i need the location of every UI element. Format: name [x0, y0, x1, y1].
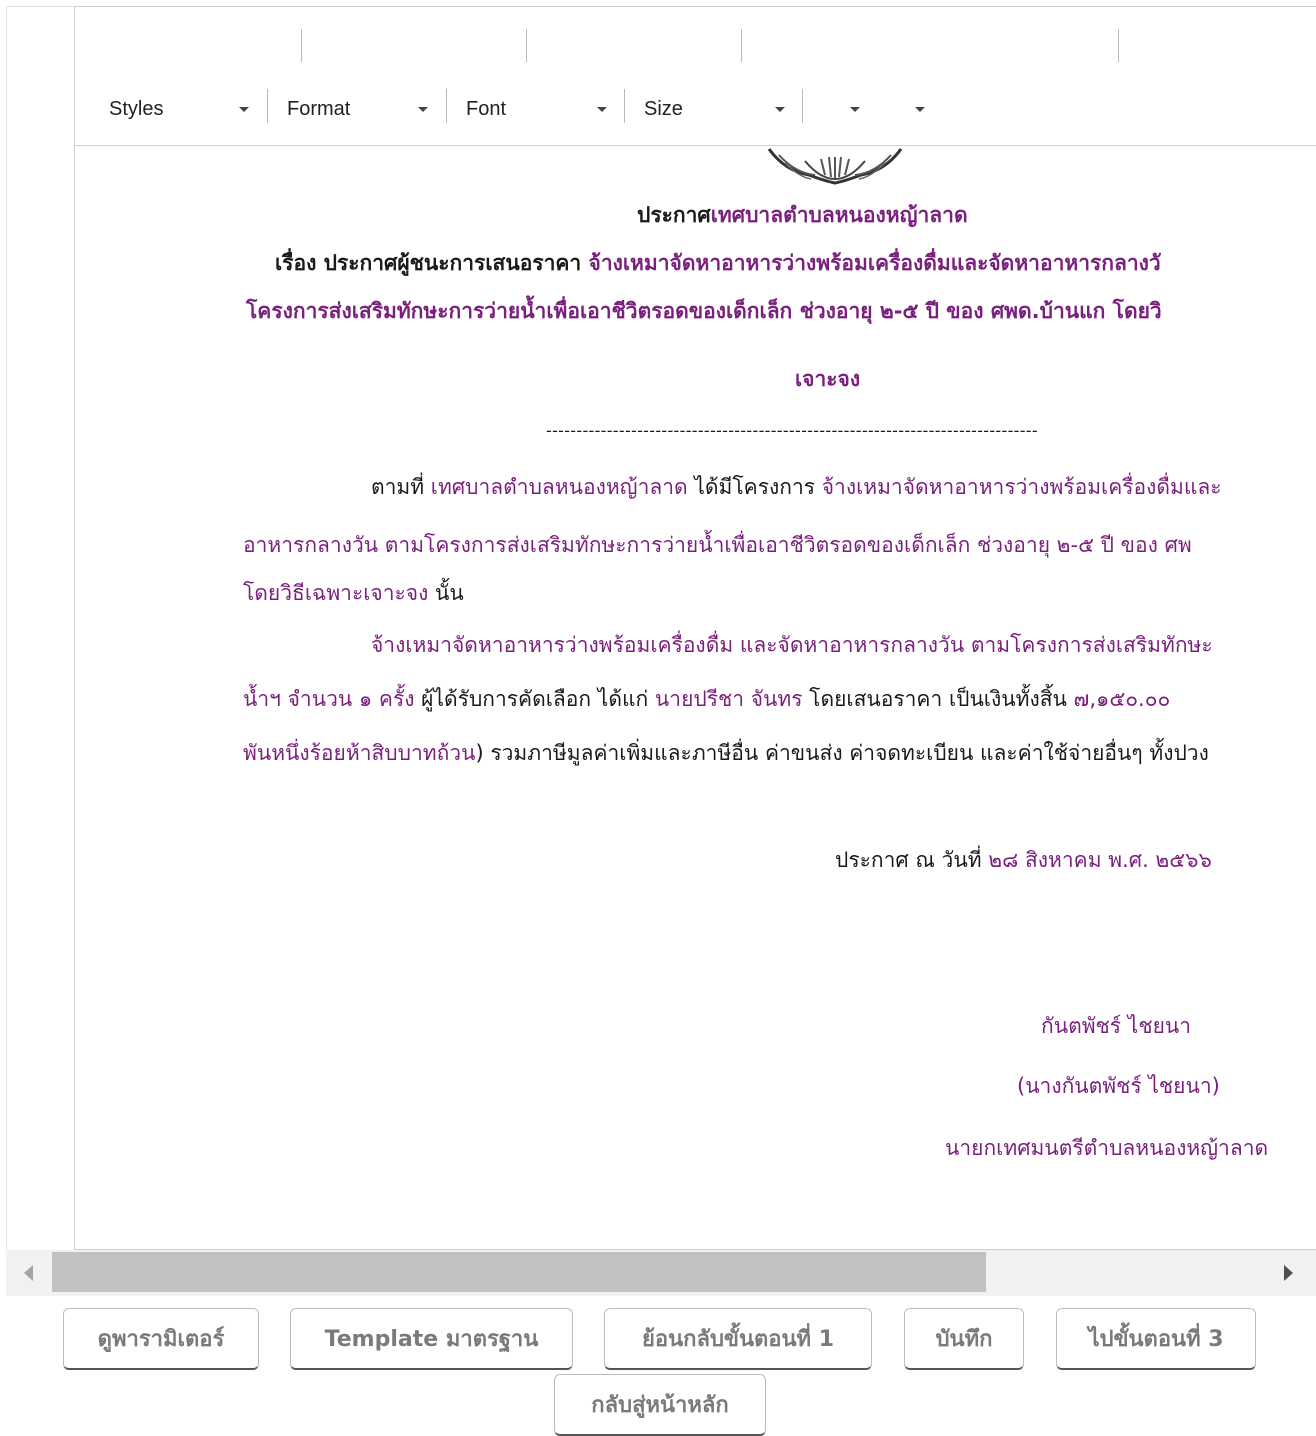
paragraph-1-line3: โดยวิธีเฉพาะเจาะจง นั้น	[243, 581, 464, 605]
paragraph-1-line2: อาหารกลางวัน ตามโครงการส่งเสริมทักษะการว…	[243, 533, 1192, 557]
save-button[interactable]: บันทึก	[904, 1308, 1024, 1370]
chevron-down-icon	[915, 107, 925, 112]
signature-name: กันตพัชร์ ไชยนา	[1041, 1014, 1192, 1038]
scroll-right-arrow-icon[interactable]	[1284, 1265, 1293, 1281]
announcement-date: ประกาศ ณ วันที่ ๒๘ สิงหาคม พ.ศ. ๒๕๖๖	[835, 848, 1212, 872]
toolbar-separator	[301, 29, 302, 62]
chevron-down-icon	[597, 107, 607, 112]
styles-dropdown[interactable]: Styles	[109, 91, 255, 127]
announcement-subject-line3: เจาะจง	[795, 367, 861, 391]
editor-content[interactable]: ประกาศเทศบาลตำบลหนองหญ้าลาด เรื่อง ประกา…	[75, 145, 1316, 1249]
toolbar-separator	[624, 89, 625, 123]
go-to-step3-button[interactable]: ไปขั้นตอนที่ 3	[1056, 1308, 1256, 1370]
chevron-down-icon	[239, 107, 249, 112]
scrollbar-thumb[interactable]	[52, 1252, 986, 1292]
toolbar-separator	[446, 89, 447, 123]
back-to-home-button[interactable]: กลับสู่หน้าหลัก	[554, 1374, 766, 1436]
toolbar-separator	[526, 29, 527, 62]
paragraph-2-line3: พันหนึ่งร้อยห้าสิบบาทถ้วน) รวมภาษีมูลค่า…	[243, 741, 1209, 765]
editor-frame: Styles Format Font Size ประกาศเทศบาลตำบล…	[74, 6, 1316, 1250]
announcement-subject: เรื่อง ประกาศผู้ชนะการเสนอราคา จ้างเหมาจ…	[275, 251, 1161, 275]
text-color-dropdown[interactable]	[835, 91, 875, 127]
size-dropdown[interactable]: Size	[644, 91, 790, 127]
garuda-emblem-icon	[767, 148, 903, 185]
paragraph-2-line2: น้ำฯ จำนวน ๑ ครั้ง ผู้ได้รับการคัดเลือก …	[243, 687, 1171, 711]
background-color-dropdown[interactable]	[901, 91, 941, 127]
toolbar-separator	[267, 89, 268, 123]
toolbar-separator	[802, 89, 803, 123]
format-label: Format	[287, 98, 351, 120]
signature-fullname: (นางกันตพัชร์ ไชยนา)	[1017, 1074, 1220, 1098]
announcement-subject-line2: โครงการส่งเสริมทักษะการว่ายน้ำเพื่อเอาชี…	[246, 299, 1162, 323]
format-dropdown[interactable]: Format	[287, 91, 435, 127]
scroll-left-arrow-icon[interactable]	[24, 1265, 33, 1281]
announcement-title: ประกาศเทศบาลตำบลหนองหญ้าลาด	[637, 203, 968, 227]
toolbar-separator	[741, 29, 742, 62]
divider-line: ----------------------------------------…	[546, 421, 1038, 440]
size-label: Size	[644, 98, 683, 120]
toolbar-separator	[1118, 29, 1119, 62]
chevron-down-icon	[850, 107, 860, 112]
paragraph-1-line1: ตามที่ เทศบาลตำบลหนองหญ้าลาด ได้มีโครงกา…	[371, 475, 1222, 499]
editor-toolbar: Styles Format Font Size	[75, 7, 1316, 146]
standard-template-button[interactable]: Template มาตรฐาน	[290, 1308, 573, 1370]
font-label: Font	[466, 98, 507, 120]
paragraph-2-line1: จ้างเหมาจัดหาอาหารว่างพร้อมเครื่องดื่ม แ…	[371, 633, 1213, 657]
signature-position: นายกเทศมนตรีตำบลหนองหญ้าลาด	[945, 1136, 1269, 1160]
view-params-button[interactable]: ดูพารามิเตอร์	[63, 1308, 259, 1370]
chevron-down-icon	[418, 107, 428, 112]
font-dropdown[interactable]: Font	[466, 91, 612, 127]
horizontal-scrollbar[interactable]	[6, 1250, 1316, 1296]
back-to-step1-button[interactable]: ย้อนกลับขั้นตอนที่ 1	[604, 1308, 872, 1370]
styles-label: Styles	[109, 98, 164, 120]
chevron-down-icon	[775, 107, 785, 112]
